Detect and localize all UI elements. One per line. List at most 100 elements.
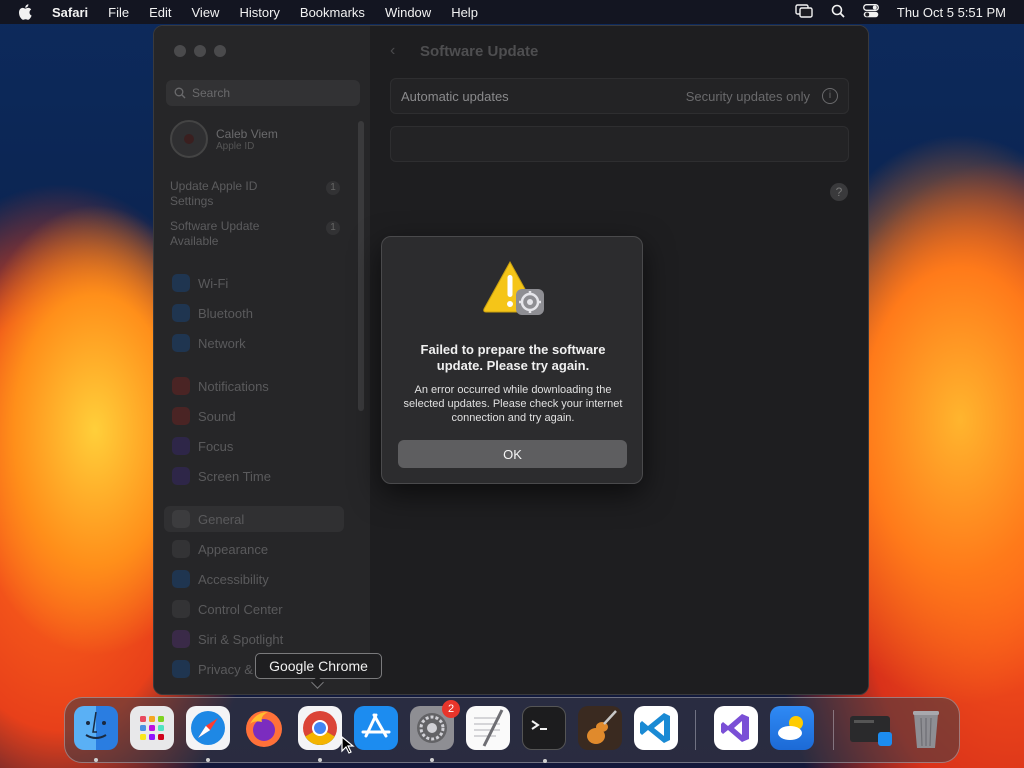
dock-launchpad[interactable]	[130, 706, 174, 750]
sidebar-item-label: Bluetooth	[198, 305, 253, 321]
menu-clock[interactable]: Thu Oct 5 5:51 PM	[897, 5, 1006, 20]
profile-name: Caleb Viem	[216, 126, 278, 141]
info-icon[interactable]: i	[822, 88, 838, 104]
sidebar-item-appearance[interactable]: Appearance	[172, 539, 268, 559]
sidebar-item-sound[interactable]: Sound	[172, 406, 236, 426]
sidebar-item-wifi[interactable]: Wi-Fi	[172, 273, 228, 293]
menu-window[interactable]: Window	[385, 5, 431, 20]
avatar	[170, 120, 208, 158]
accessibility-icon	[172, 570, 190, 588]
menu-bar: Safari File Edit View History Bookmarks …	[0, 0, 1024, 24]
guitar-icon	[587, 710, 617, 744]
dock-tooltip: Google Chrome	[255, 653, 382, 679]
sidebar-search-input[interactable]: Search	[166, 80, 360, 106]
back-chevron-icon[interactable]: ‹	[390, 42, 395, 60]
sidebar-item-label: Siri & Spotlight	[198, 631, 284, 647]
dock-safari[interactable]	[186, 706, 230, 762]
bluetooth-icon	[172, 304, 190, 322]
automatic-updates-value: Security updates only	[685, 89, 810, 104]
sidebar-item-focus[interactable]: Focus	[172, 436, 233, 456]
focus-icon	[172, 437, 190, 455]
sidebar-item-siri-spotlight[interactable]: Siri & Spotlight	[172, 629, 283, 649]
sidebar-item-control-center[interactable]: Control Center	[172, 599, 283, 619]
safari-compass-icon	[191, 711, 225, 745]
close-button[interactable]	[174, 45, 186, 57]
siri-icon	[172, 630, 190, 648]
automatic-updates-label: Automatic updates	[401, 89, 509, 104]
running-indicator	[94, 758, 98, 762]
sidebar-item-label: Screen Time	[198, 468, 271, 484]
dock-separator	[695, 710, 696, 750]
alert-count-badge: 1	[326, 221, 340, 235]
sidebar-item-label: Notifications	[198, 378, 269, 394]
menu-edit[interactable]: Edit	[149, 5, 171, 20]
dock-finder[interactable]	[74, 706, 118, 762]
sidebar-item-label: Accessibility	[198, 571, 269, 587]
apple-menu-icon[interactable]	[18, 4, 34, 20]
apple-id-profile[interactable]: Caleb Viem Apple ID	[170, 120, 278, 158]
control-center-icon	[172, 600, 190, 618]
dock-vscode[interactable]	[634, 706, 678, 750]
sidebar-item-screen-time[interactable]: Screen Time	[172, 466, 271, 486]
sidebar-scrollbar[interactable]	[358, 121, 364, 411]
dock-terminal[interactable]	[522, 706, 566, 763]
mouse-cursor-icon	[341, 736, 355, 754]
sidebar-item-label: Wi-Fi	[198, 275, 229, 291]
screen-mirroring-icon[interactable]	[795, 3, 813, 21]
help-button[interactable]: ?	[830, 183, 848, 201]
dock-garageband[interactable]	[578, 706, 622, 750]
sidebar-item-network[interactable]: Network	[172, 333, 246, 353]
dock-app-store[interactable]	[354, 706, 398, 750]
network-icon	[172, 334, 190, 352]
zoom-button[interactable]	[214, 45, 226, 57]
sidebar-item-label: Control Center	[198, 601, 283, 617]
sidebar-item-accessibility[interactable]: Accessibility	[172, 569, 269, 589]
sidebar-item-general[interactable]: General	[164, 506, 344, 532]
spotlight-search-icon[interactable]	[831, 4, 845, 21]
finder-icon	[85, 711, 107, 739]
sidebar-item-notifications[interactable]: Notifications	[172, 376, 269, 396]
dock-downloads-stack[interactable]	[848, 706, 892, 750]
automatic-updates-row[interactable]: Automatic updates Security updates only …	[390, 78, 849, 114]
app-store-icon	[361, 713, 391, 738]
trash-icon	[913, 711, 939, 748]
menu-bookmarks[interactable]: Bookmarks	[300, 5, 365, 20]
notifications-icon	[172, 377, 190, 395]
warning-settings-icon	[483, 260, 544, 315]
alert-label: Update Apple ID Settings	[170, 179, 258, 208]
sidebar-alert-software-update[interactable]: Software Update Available 1	[170, 219, 340, 249]
menu-help[interactable]: Help	[451, 5, 478, 20]
menu-view[interactable]: View	[192, 5, 220, 20]
menu-history[interactable]: History	[239, 5, 279, 20]
vscode-icon	[640, 713, 670, 743]
dock-textedit[interactable]	[466, 706, 510, 750]
dock-system-settings[interactable]: 2	[410, 700, 460, 762]
sidebar-item-bluetooth[interactable]: Bluetooth	[172, 303, 253, 323]
control-center-icon[interactable]	[862, 3, 879, 21]
dock-weather[interactable]	[770, 706, 814, 750]
terminal-prompt-icon	[531, 720, 547, 730]
notification-badge: 2	[442, 700, 460, 718]
window-controls	[174, 45, 226, 57]
running-indicator	[430, 758, 434, 762]
dock-visual-studio[interactable]	[714, 706, 758, 750]
sidebar-alert-apple-id[interactable]: Update Apple ID Settings 1	[170, 179, 340, 209]
dialog-heading: Failed to prepare the software update. P…	[420, 342, 606, 373]
dock-chrome[interactable]	[298, 706, 342, 762]
search-icon	[174, 87, 186, 99]
ok-button[interactable]: OK	[398, 440, 627, 468]
minimize-button[interactable]	[194, 45, 206, 57]
dock: 2	[64, 697, 960, 763]
privacy-hand-icon	[172, 660, 190, 678]
dock-trash[interactable]	[904, 706, 948, 750]
menu-app-name[interactable]: Safari	[52, 5, 88, 20]
profile-subtitle: Apple ID	[216, 140, 255, 152]
dock-firefox[interactable]	[242, 706, 286, 750]
menu-file[interactable]: File	[108, 5, 129, 20]
sidebar-item-privacy[interactable]: Privacy &	[172, 659, 253, 679]
page-title: Software Update	[420, 43, 539, 60]
running-indicator	[318, 758, 322, 762]
error-dialog: Failed to prepare the software update. P…	[381, 236, 643, 484]
textedit-pen-icon	[474, 709, 504, 747]
running-indicator	[206, 758, 210, 762]
